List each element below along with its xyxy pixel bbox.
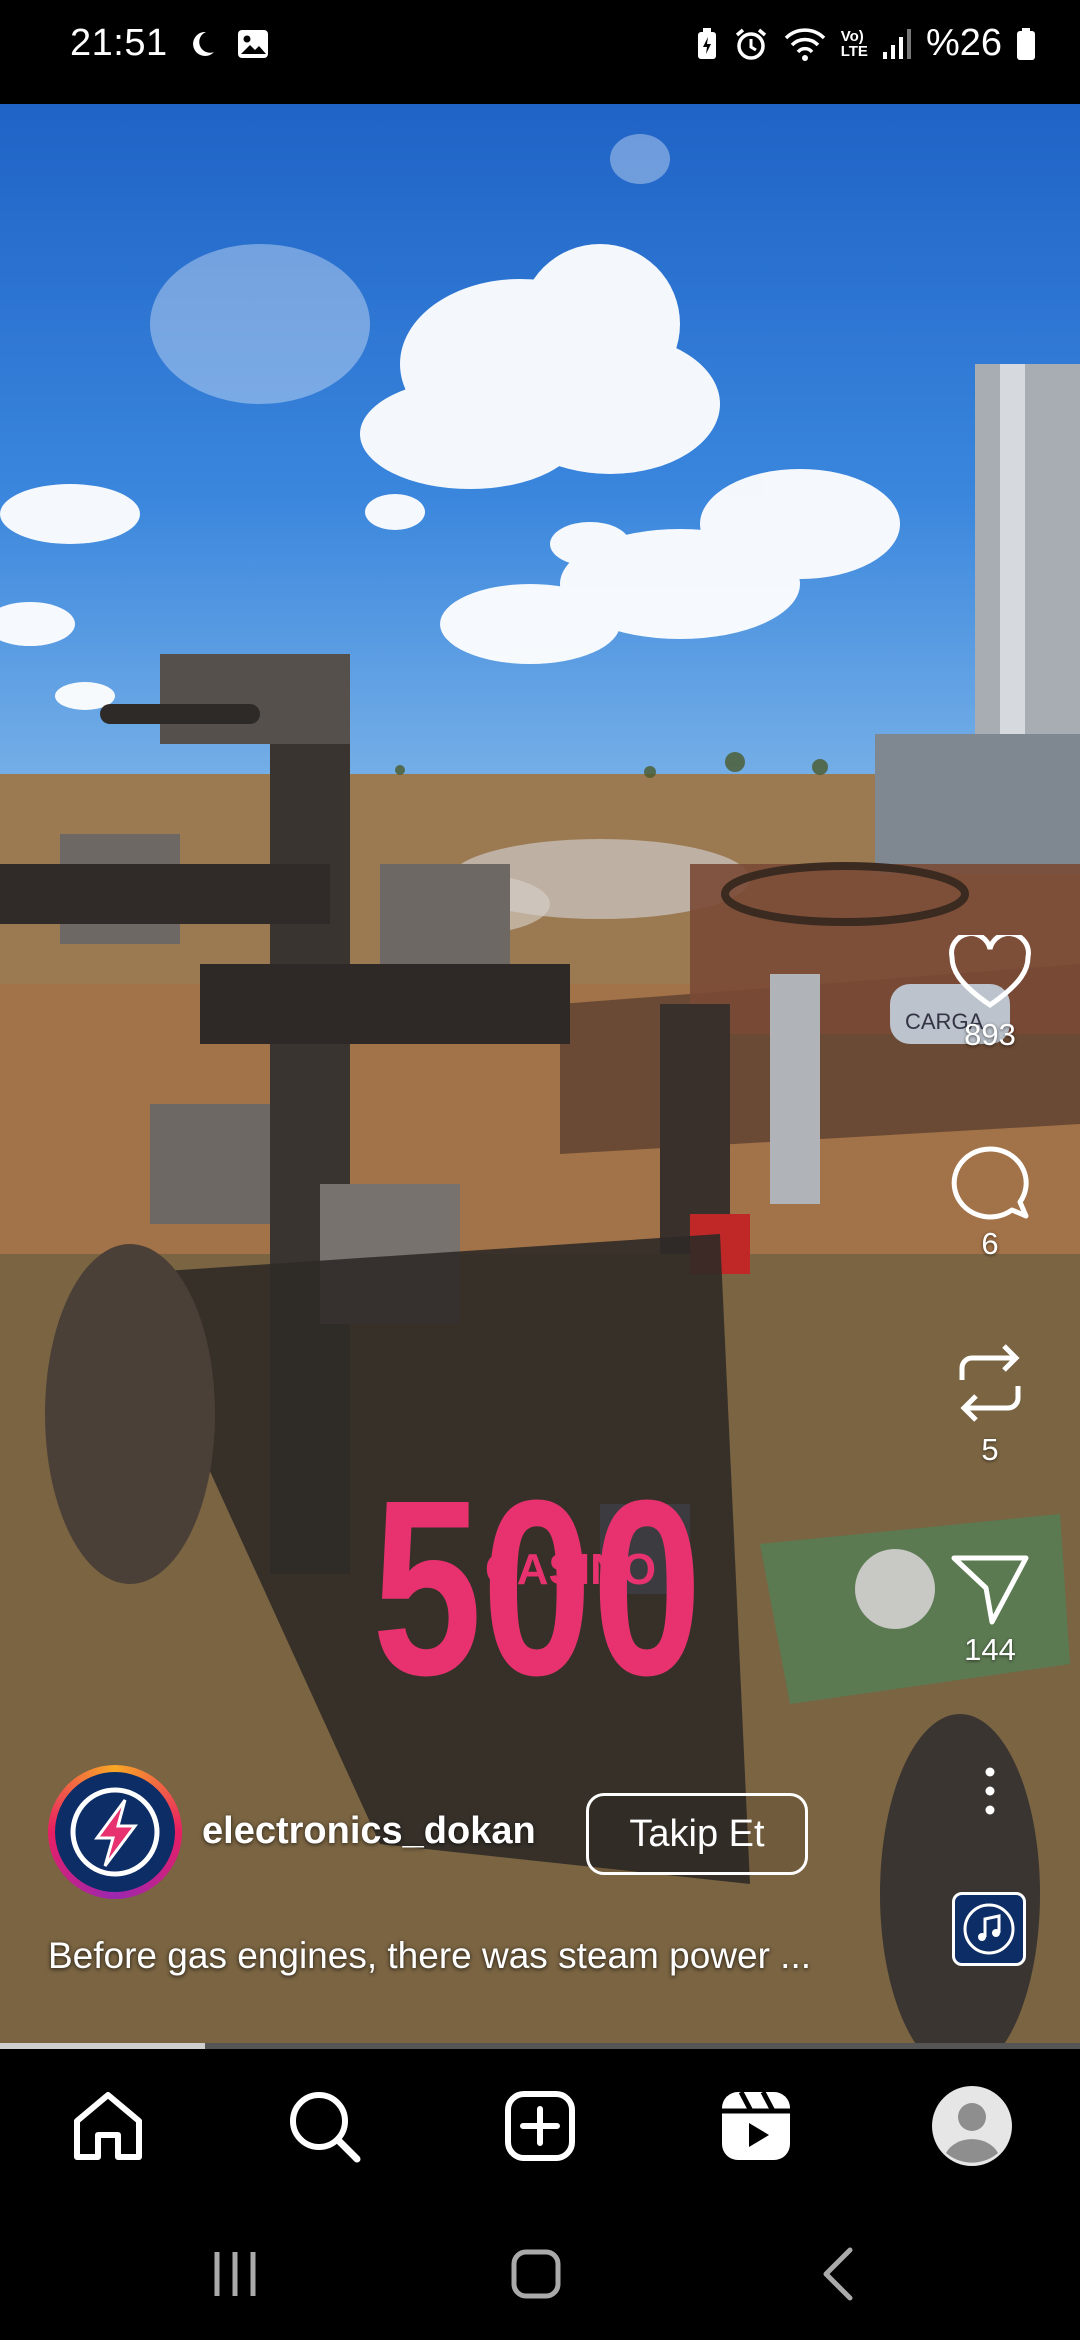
home-icon xyxy=(74,2092,142,2160)
send-icon xyxy=(951,1555,1029,1625)
comment-icon xyxy=(951,1146,1029,1220)
audio-button[interactable] xyxy=(952,1892,1026,1966)
account-username[interactable]: electronics_dokan xyxy=(202,1810,536,1853)
reels-icon xyxy=(722,2090,790,2160)
nav-home[interactable] xyxy=(63,2081,153,2171)
gallery-icon xyxy=(236,27,270,61)
more-vertical-icon xyxy=(985,1767,995,1815)
system-nav xyxy=(0,2202,1080,2340)
like-count: 893 xyxy=(964,1017,1016,1052)
share-button[interactable]: 144 xyxy=(930,1552,1050,1668)
create-icon xyxy=(505,2091,575,2161)
recents-button[interactable] xyxy=(205,2244,265,2304)
nav-profile[interactable] xyxy=(927,2081,1017,2171)
back-button[interactable] xyxy=(810,2244,870,2304)
account-avatar[interactable] xyxy=(48,1765,182,1899)
overlay-logo-label: CASINO xyxy=(485,1545,656,1594)
comment-button[interactable]: 6 xyxy=(930,1140,1050,1262)
battery-percent: %26 xyxy=(925,22,1002,64)
music-note-icon xyxy=(963,1903,1015,1955)
home-system-button[interactable] xyxy=(506,2244,566,2304)
moon-icon xyxy=(186,28,218,60)
recents-icon xyxy=(214,2252,256,2296)
back-chevron-icon xyxy=(823,2247,853,2301)
heart-icon xyxy=(949,935,1031,1009)
signal-icon xyxy=(882,28,912,60)
share-count: 144 xyxy=(964,1632,1016,1667)
follow-button[interactable]: Takip Et xyxy=(586,1793,808,1875)
comment-count: 6 xyxy=(981,1226,999,1261)
status-bar: 21:51 Vo) LTE %26 xyxy=(0,0,1080,104)
lightning-logo-icon xyxy=(70,1787,160,1877)
status-time: 21:51 xyxy=(70,22,168,64)
reel-video[interactable]: CARGA 500 CASINO xyxy=(0,104,1080,2046)
nav-search[interactable] xyxy=(279,2081,369,2171)
volte-label-top: Vo) xyxy=(840,27,864,45)
repost-button[interactable]: 5 xyxy=(930,1340,1050,1468)
volte-label-bottom: LTE xyxy=(840,42,868,60)
battery-saver-icon xyxy=(695,27,719,61)
volte-icon: Vo) LTE xyxy=(841,29,868,59)
battery-icon xyxy=(1016,27,1036,61)
search-icon xyxy=(290,2092,361,2163)
bottom-nav xyxy=(0,2049,1080,2202)
wifi-icon xyxy=(783,26,827,62)
more-options-button[interactable] xyxy=(930,1766,1050,1816)
nav-create[interactable] xyxy=(495,2081,585,2171)
home-square-icon xyxy=(511,2249,561,2299)
profile-icon xyxy=(932,2086,1012,2166)
alarm-icon xyxy=(733,26,769,62)
reel-caption[interactable]: Before gas engines, there was steam powe… xyxy=(48,1935,811,1977)
repost-icon xyxy=(959,1344,1021,1422)
like-button[interactable]: 893 xyxy=(930,935,1050,1053)
repost-count: 5 xyxy=(981,1432,999,1467)
video-scene: CARGA 500 CASINO xyxy=(0,134,1080,2046)
nav-reels[interactable] xyxy=(711,2081,801,2171)
